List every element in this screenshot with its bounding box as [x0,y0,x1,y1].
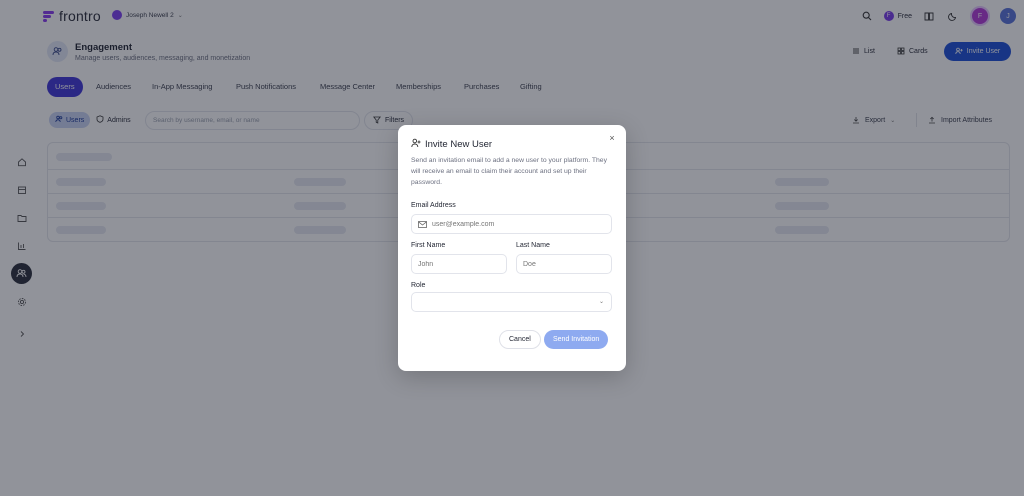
role-select[interactable]: ⌄ [411,292,612,312]
send-invitation-button[interactable]: Send Invitation [544,330,609,349]
first-name-label: First Name [411,242,446,249]
email-field-wrapper [411,214,612,234]
close-icon[interactable]: × [607,133,617,143]
mail-icon [418,220,427,228]
email-label: Email Address [411,202,456,209]
role-label: Role [411,282,426,289]
last-name-label: Last Name [516,242,550,249]
dialog-title: Invite New User [411,138,492,151]
last-name-field[interactable] [523,260,611,268]
dialog-title-text: Invite New User [425,139,493,150]
first-name-field[interactable] [418,260,506,268]
email-field[interactable] [432,220,611,228]
user-plus-icon [411,138,421,151]
first-name-field-wrapper [411,254,507,274]
cancel-button[interactable]: Cancel [499,330,541,349]
dialog-description: Send an invitation email to add a new us… [411,157,607,186]
chevron-down-icon: ⌄ [598,299,604,305]
invite-user-dialog: × Invite New User Send an invitation ema… [398,125,626,371]
last-name-field-wrapper [516,254,612,274]
